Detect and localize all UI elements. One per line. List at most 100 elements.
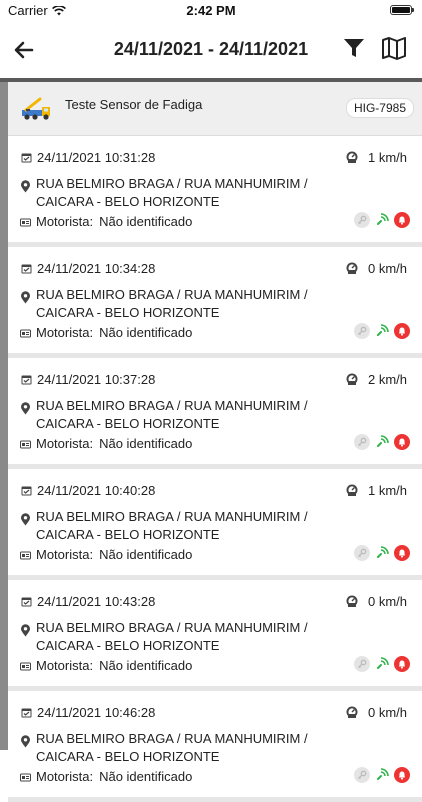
event-status-icons — [354, 434, 410, 450]
event-address: RUA BELMIRO BRAGA / RUA MANHUMIRIM / CAI… — [36, 287, 308, 320]
alarm-bell-icon — [394, 434, 410, 450]
event-datetime: 24/11/2021 10:37:28 — [37, 372, 156, 387]
key-icon — [354, 323, 370, 339]
event-status-icons — [354, 545, 410, 561]
calendar-icon — [21, 597, 32, 607]
driver-label: Motorista: — [36, 769, 94, 784]
alarm-bell-icon — [394, 767, 410, 783]
event-driver: Motorista: Não identificado — [36, 547, 192, 562]
location-pin-icon — [21, 402, 30, 415]
calendar-icon — [21, 153, 32, 163]
event-driver: Motorista: Não identificado — [36, 658, 192, 673]
alarm-bell-icon — [394, 656, 410, 672]
driver-label: Motorista: — [36, 547, 94, 562]
location-pin-icon — [21, 735, 30, 748]
location-pin-icon — [21, 513, 30, 526]
status-bar: Carrier 2:42 PM — [0, 0, 422, 22]
event-status-icons — [354, 767, 410, 783]
driver-name: Não identificado — [99, 325, 193, 340]
id-card-icon — [20, 329, 31, 338]
driver-label: Motorista: — [36, 214, 94, 229]
driver-label: Motorista: — [36, 325, 94, 340]
event-driver: Motorista: Não identificado — [36, 325, 192, 340]
list-item[interactable]: 24/11/2021 10:34:28 0 km/h RUA BELMIRO B… — [8, 247, 422, 358]
list-item[interactable]: 24/11/2021 10:40:28 1 km/h RUA BELMIRO B… — [8, 469, 422, 580]
event-speed: 1 km/h — [367, 150, 407, 165]
location-pin-icon — [21, 291, 30, 304]
crane-truck-icon — [22, 97, 50, 120]
navigation-bar: 24/11/2021 - 24/11/2021 — [0, 22, 422, 78]
id-card-icon — [20, 551, 31, 560]
event-datetime: 24/11/2021 10:40:28 — [37, 483, 156, 498]
list-item[interactable]: 24/11/2021 10:43:28 0 km/h RUA BELMIRO B… — [8, 580, 422, 691]
driver-name: Não identificado — [99, 436, 193, 451]
alarm-bell-icon — [394, 545, 410, 561]
ignition-signal-icon — [374, 212, 390, 228]
speedometer-icon — [346, 595, 358, 607]
event-status-icons — [354, 212, 410, 228]
event-datetime: 24/11/2021 10:43:28 — [37, 594, 156, 609]
calendar-icon — [21, 375, 32, 385]
event-datetime: 24/11/2021 10:46:28 — [37, 705, 156, 720]
event-datetime: 24/11/2021 10:31:28 — [37, 150, 156, 165]
ignition-signal-icon — [374, 323, 390, 339]
driver-label: Motorista: — [36, 436, 94, 451]
speedometer-icon — [346, 484, 358, 496]
event-status-icons — [354, 323, 410, 339]
battery-icon — [390, 5, 414, 15]
event-address: RUA BELMIRO BRAGA / RUA MANHUMIRIM / CAI… — [36, 509, 308, 542]
ignition-signal-icon — [374, 656, 390, 672]
event-driver: Motorista: Não identificado — [36, 769, 192, 784]
calendar-icon — [21, 486, 32, 496]
status-time: 2:42 PM — [186, 3, 236, 18]
id-card-icon — [20, 662, 31, 671]
key-icon — [354, 212, 370, 228]
ignition-signal-icon — [374, 545, 390, 561]
alarm-bell-icon — [394, 323, 410, 339]
alarm-bell-icon — [394, 212, 410, 228]
event-speed: 0 km/h — [367, 261, 407, 276]
driver-name: Não identificado — [99, 547, 193, 562]
list-item[interactable]: 24/11/2021 10:31:28 1 km/h RUA BELMIRO B… — [8, 136, 422, 247]
ignition-signal-icon — [374, 767, 390, 783]
speedometer-icon — [346, 373, 358, 385]
vehicle-name: Teste Sensor de Fadiga — [65, 97, 203, 112]
driver-label: Motorista: — [36, 658, 94, 673]
event-driver: Motorista: Não identificado — [36, 436, 192, 451]
event-address: RUA BELMIRO BRAGA / RUA MANHUMIRIM / CAI… — [36, 398, 308, 431]
event-speed: 0 km/h — [367, 705, 407, 720]
event-speed: 0 km/h — [367, 594, 407, 609]
driver-name: Não identificado — [99, 658, 193, 673]
driver-name: Não identificado — [99, 769, 193, 784]
key-icon — [354, 656, 370, 672]
list-item[interactable]: 24/11/2021 10:46:28 0 km/h RUA BELMIRO B… — [8, 691, 422, 802]
id-card-icon — [20, 773, 31, 782]
calendar-icon — [21, 708, 32, 718]
calendar-icon — [21, 264, 32, 274]
event-address: RUA BELMIRO BRAGA / RUA MANHUMIRIM / CAI… — [36, 620, 308, 653]
key-icon — [354, 767, 370, 783]
key-icon — [354, 545, 370, 561]
event-status-icons — [354, 656, 410, 672]
event-address: RUA BELMIRO BRAGA / RUA MANHUMIRIM / CAI… — [36, 731, 308, 764]
id-card-icon — [20, 440, 31, 449]
speedometer-icon — [346, 706, 358, 718]
event-datetime: 24/11/2021 10:34:28 — [37, 261, 156, 276]
vehicle-plate-badge: HIG-7985 — [345, 98, 414, 118]
filter-icon[interactable] — [342, 36, 366, 60]
event-speed: 1 km/h — [367, 483, 407, 498]
left-rail — [0, 82, 8, 750]
location-pin-icon — [21, 180, 30, 193]
event-list: 24/11/2021 10:31:28 1 km/h RUA BELMIRO B… — [8, 136, 422, 802]
speedometer-icon — [346, 262, 358, 274]
event-address: RUA BELMIRO BRAGA / RUA MANHUMIRIM / CAI… — [36, 176, 308, 209]
id-card-icon — [20, 218, 31, 227]
driver-name: Não identificado — [99, 214, 193, 229]
list-item[interactable]: 24/11/2021 10:37:28 2 km/h RUA BELMIRO B… — [8, 358, 422, 469]
event-driver: Motorista: Não identificado — [36, 214, 192, 229]
location-pin-icon — [21, 624, 30, 637]
vehicle-header: Teste Sensor de Fadiga HIG-7985 — [8, 82, 422, 136]
map-icon[interactable] — [381, 36, 407, 60]
key-icon — [354, 434, 370, 450]
speedometer-icon — [346, 151, 358, 163]
